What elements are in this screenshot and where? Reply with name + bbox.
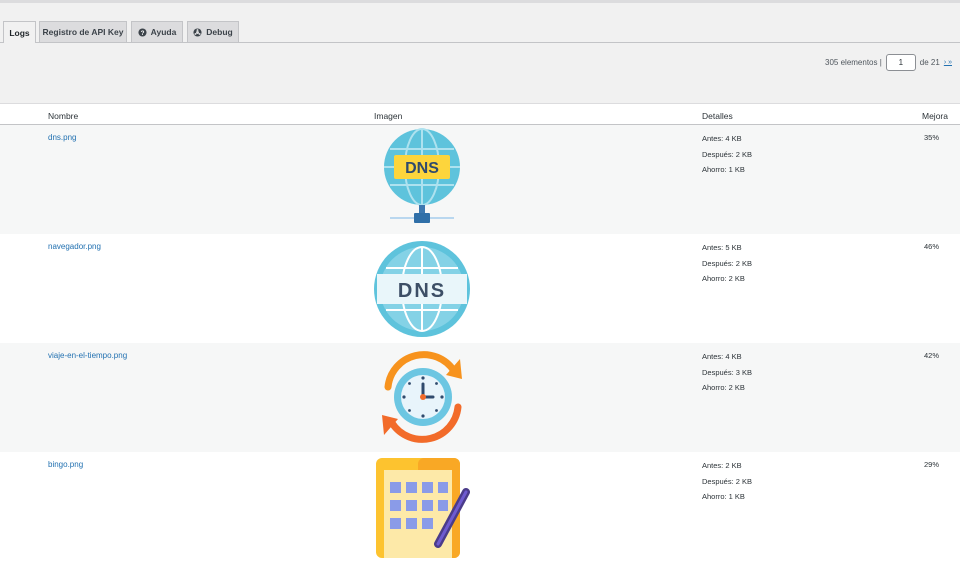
header-name: Nombre [48,111,79,121]
file-name-link[interactable]: dns.png [48,133,76,142]
improvement-value: 46% [924,242,940,251]
items-count: 305 elementos | [825,57,882,67]
tab-api-key-label: Registro de API Key [42,27,124,37]
header-image: Imagen [374,111,403,121]
top-bar [0,0,960,3]
tab-help[interactable]: ? Ayuda [131,21,183,42]
details-cell: Antes: 4 KB Después: 2 KB Ahorro: 1 KB [702,131,752,178]
table-row: navegador.png DNS Antes: 5 KB Después: 2… [0,234,960,343]
size-after: Después: 2 KB [702,149,753,159]
dns-globe-network-icon: DNS [384,128,460,223]
file-name-link[interactable]: navegador.png [48,242,101,251]
improvement-value: 35% [924,133,940,142]
logs-table: Nombre Imagen Detalles Mejora dns.png DN… [0,103,960,561]
size-before: Antes: 4 KB [702,352,742,361]
header-improvement: Mejora [922,111,948,121]
tab-help-label: Ayuda [150,27,177,37]
total-pages: de 21 [919,57,940,67]
clock-cycle-icon [382,351,462,443]
tab-bar: Logs Registro de API Key ? Ayuda Debug [0,21,960,43]
size-savings: Ahorro: 1 KB [702,492,745,501]
debug-icon [193,27,202,37]
table-row: bingo.png Antes: 2 KB Después: 2 KB Ahor… [0,452,960,561]
tab-logs-label: Logs [9,27,30,38]
details-cell: Antes: 5 KB Después: 2 KB Ahorro: 2 KB [702,240,752,287]
table-row: dns.png DNS Antes: 4 KB Después: 2 KB Ah… [0,125,960,234]
size-savings: Ahorro: 2 KB [702,274,745,283]
svg-text:DNS: DNS [398,280,446,302]
size-before: Antes: 5 KB [702,243,742,252]
size-after: Después: 3 KB [702,367,753,377]
file-name-link[interactable]: viaje-en-el-tiempo.png [48,351,127,360]
next-page-links[interactable]: › » [944,59,952,66]
size-savings: Ahorro: 1 KB [702,165,745,174]
size-savings: Ahorro: 2 KB [702,383,745,392]
file-name-link[interactable]: bingo.png [48,460,83,469]
details-cell: Antes: 2 KB Después: 2 KB Ahorro: 1 KB [702,458,752,505]
dns-globe-icon: DNS [374,241,470,337]
table-row: viaje-en-el-tiempo.png Antes: 4 KB Despu… [0,343,960,452]
svg-text:?: ? [140,29,144,36]
size-before: Antes: 4 KB [702,134,742,143]
help-icon: ? [138,27,147,36]
svg-text:DNS: DNS [405,160,439,177]
improvement-value: 29% [924,460,940,469]
pagination: 305 elementos | de 21 › » [825,53,952,71]
details-cell: Antes: 4 KB Después: 3 KB Ahorro: 2 KB [702,349,752,396]
improvement-value: 42% [924,351,940,360]
header-details: Detalles [702,111,733,121]
tab-debug-label: Debug [206,27,233,37]
table-header: Nombre Imagen Detalles Mejora [0,103,960,125]
size-before: Antes: 2 KB [702,461,742,470]
tab-debug[interactable]: Debug [187,21,239,42]
size-after: Después: 2 KB [702,476,753,486]
tab-api-key[interactable]: Registro de API Key [39,21,127,42]
tab-logs[interactable]: Logs [3,21,36,43]
size-after: Después: 2 KB [702,258,753,268]
bingo-card-icon [376,458,470,558]
current-page-input[interactable] [885,53,916,71]
